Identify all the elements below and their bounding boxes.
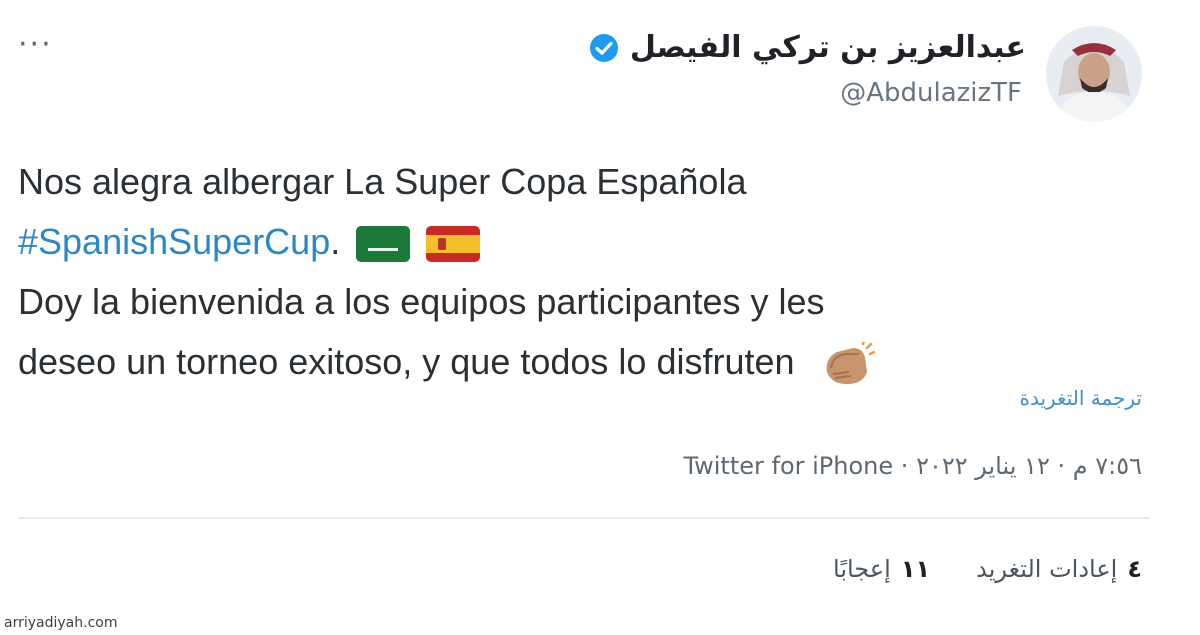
tweet-line-4: deseo un torneo exitoso, y que todos lo … [18,332,1148,392]
likes-label: إعجابًا [833,555,891,583]
saudi-flag-icon [356,226,411,263]
tweet-line-1: Nos alegra albergar La Super Copa Españo… [18,161,747,202]
spain-flag-icon [426,226,481,263]
retweets-count: ٤ [1127,555,1142,583]
tweet-stats: ٤ إعادات التغريد ١١ إعجابًا [833,555,1142,583]
avatar[interactable] [1046,26,1142,122]
clapping-hands-icon [826,342,875,385]
retweets-label: إعادات التغريد [976,555,1118,583]
hashtag-link[interactable]: #SpanishSuperCup [18,221,330,262]
tweet-date[interactable]: ١٢ يناير ٢٠٢٢ [916,452,1050,480]
tweet-metadata: ٧:٥٦ م · ١٢ يناير ٢٠٢٢ · Twitter for iPh… [683,452,1142,480]
tweet-source[interactable]: Twitter for iPhone [683,452,893,480]
meta-separator: · [893,452,909,480]
likes-count: ١١ [900,555,931,583]
retweets-stat[interactable]: ٤ إعادات التغريد [976,555,1142,583]
verified-badge-icon [589,33,618,62]
tweet-punctuation: . [330,221,341,262]
author-name[interactable]: عبدالعزيز بن تركي الفيصل [630,30,1026,65]
more-options-icon[interactable]: ··· [18,30,53,60]
author-handle[interactable]: @AbdulazizTF [840,78,1022,108]
tweet-text: Nos alegra albergar La Super Copa Españo… [18,152,1148,392]
site-watermark: arriyadiyah.com [4,615,118,631]
translate-tweet-link[interactable]: ترجمة التغريدة [1019,386,1142,410]
likes-stat[interactable]: ١١ إعجابًا [833,555,930,583]
tweet-line-4-text: deseo un torneo exitoso, y que todos lo … [18,341,795,382]
tweet-line-2: #SpanishSuperCup. [18,212,1148,272]
tweet-time[interactable]: ٧:٥٦ م [1073,452,1142,480]
author-row: عبدالعزيز بن تركي الفيصل [588,30,1026,65]
tweet-line-3: Doy la bienvenida a los equipos particip… [18,281,825,322]
meta-separator: · [1049,452,1066,480]
divider [18,517,1150,519]
